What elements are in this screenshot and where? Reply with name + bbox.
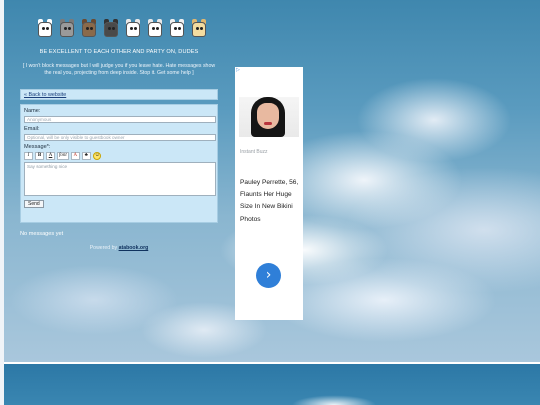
ad-image[interactable]	[239, 97, 299, 137]
name-input[interactable]: Anonymous	[24, 116, 216, 123]
powered-by-prefix: Powered by	[89, 245, 118, 251]
message-form: Name: Anonymous Email: Optional, will be…	[20, 104, 218, 223]
format-toolbar: I B A font A ♣ ☺	[24, 152, 214, 160]
name-label: Name:	[24, 108, 41, 114]
message-label: Message*:	[24, 144, 51, 150]
mascot-row	[36, 18, 208, 38]
mascot-icon	[168, 18, 186, 38]
back-to-website-link[interactable]: « Back to website	[24, 92, 66, 98]
bold-button[interactable]: B	[35, 152, 44, 160]
font-button[interactable]: font	[57, 152, 69, 160]
color-button[interactable]: A	[70, 152, 80, 160]
back-bar: « Back to website	[20, 89, 218, 100]
chevron-right-icon[interactable]: ›	[256, 263, 281, 288]
mascot-icon	[36, 18, 54, 38]
ad-headline[interactable]: Pauley Perrette, 56, Flaunts Her Huge Si…	[240, 177, 300, 226]
guestbook-notice: [ I won't block messages but I will judg…	[22, 63, 216, 76]
ad-choices-icon[interactable]: ▷	[236, 67, 240, 73]
mascot-icon	[80, 18, 98, 38]
emoji-icon[interactable]: ☺	[92, 152, 101, 160]
send-button[interactable]: Send	[24, 200, 44, 208]
page-tagline: BE EXCELLENT TO EACH OTHER AND PARTY ON,…	[39, 49, 199, 55]
ad-source: Instant Buzz	[240, 149, 268, 155]
message-textarea[interactable]: Say something nice	[24, 162, 216, 196]
email-label: Email:	[24, 126, 40, 132]
no-messages-text: No messages yet	[20, 231, 64, 237]
powered-by: Powered by atabook.org	[20, 245, 218, 251]
email-input[interactable]: Optional, will be only visible to guestb…	[24, 134, 216, 141]
spoiler-button[interactable]: ♣	[81, 152, 91, 160]
advertisement[interactable]: ▷ Instant Buzz Pauley Perrette, 56, Flau…	[235, 67, 303, 320]
mascot-icon	[58, 18, 76, 38]
atabook-link[interactable]: atabook.org	[119, 245, 149, 251]
italic-button[interactable]: I	[24, 152, 33, 160]
underline-button[interactable]: A	[46, 152, 55, 160]
mascot-icon	[146, 18, 164, 38]
mascot-icon	[124, 18, 142, 38]
sky-background-lower	[4, 364, 540, 405]
mascot-icon	[190, 18, 208, 38]
mascot-icon	[102, 18, 120, 38]
